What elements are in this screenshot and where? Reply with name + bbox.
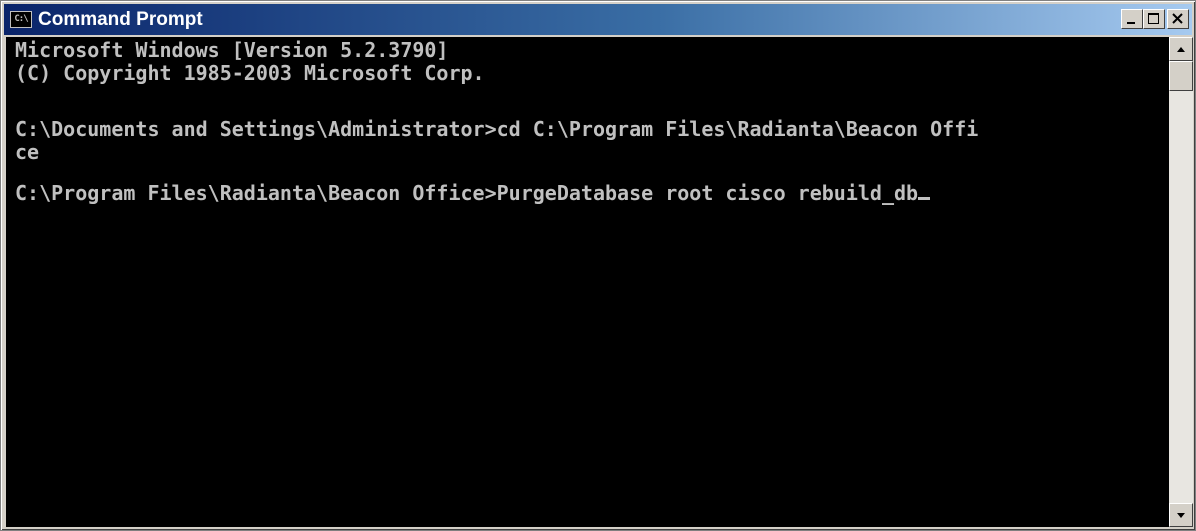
command-prompt-window: C:\ Command Prompt Microsoft Windows [Ve… bbox=[0, 0, 1196, 531]
scroll-thumb[interactable] bbox=[1169, 61, 1193, 91]
console-line: Microsoft Windows [Version 5.2.3790] bbox=[15, 38, 449, 62]
text-cursor bbox=[918, 197, 931, 200]
prompt-line: C:\Program Files\Radianta\Beacon Office>… bbox=[15, 181, 931, 205]
title-bar[interactable]: C:\ Command Prompt bbox=[4, 4, 1192, 35]
cmd-icon[interactable]: C:\ bbox=[10, 11, 32, 28]
window-title: Command Prompt bbox=[38, 9, 203, 30]
console-output[interactable]: Microsoft Windows [Version 5.2.3790] (C)… bbox=[6, 37, 1169, 527]
console-line: ce bbox=[15, 140, 40, 164]
scroll-down-button[interactable] bbox=[1169, 503, 1193, 527]
window-controls bbox=[1121, 9, 1189, 29]
scroll-up-button[interactable] bbox=[1169, 37, 1193, 61]
console-line: (C) Copyright 1985-2003 Microsoft Corp. bbox=[15, 61, 485, 85]
minimize-button[interactable] bbox=[1121, 9, 1143, 29]
console-line: C:\Program Files\Radianta\Beacon Office>… bbox=[15, 181, 919, 205]
vertical-scrollbar[interactable] bbox=[1169, 37, 1193, 527]
arrow-up-icon bbox=[1177, 47, 1185, 52]
minimize-icon bbox=[1127, 22, 1135, 24]
close-button[interactable] bbox=[1167, 9, 1189, 29]
console-line: C:\Documents and Settings\Administrator>… bbox=[15, 117, 979, 141]
arrow-down-icon bbox=[1177, 513, 1185, 518]
maximize-icon bbox=[1148, 13, 1159, 24]
close-icon bbox=[1172, 13, 1183, 24]
maximize-button[interactable] bbox=[1143, 9, 1165, 29]
